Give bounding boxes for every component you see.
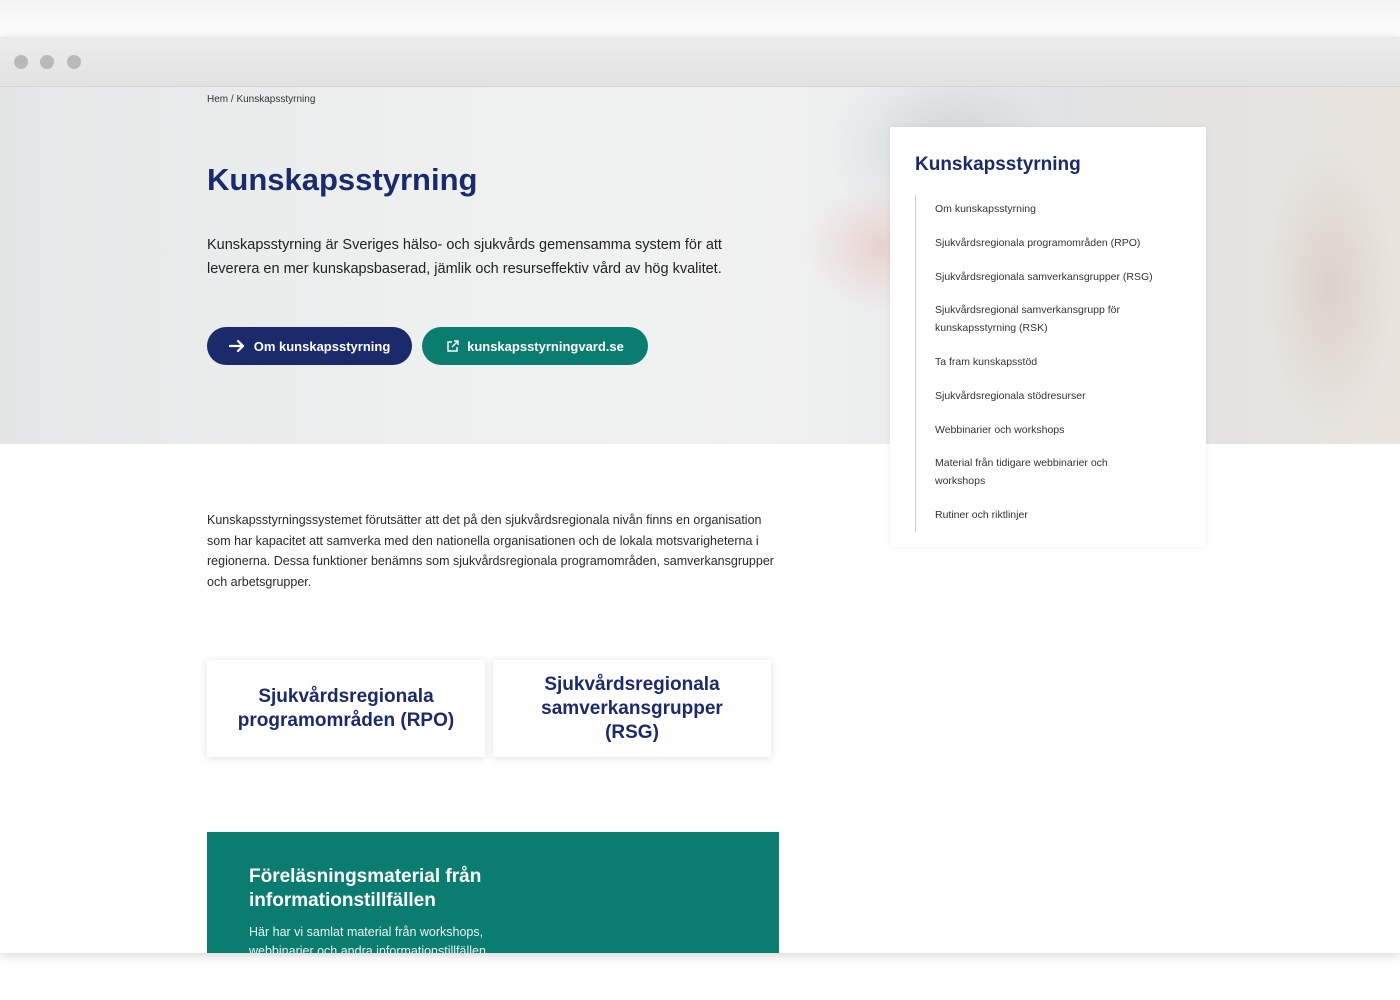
sidenav-item-rutiner[interactable]: Rutiner och riktlinjer <box>935 506 1175 524</box>
promo-block[interactable]: Föreläsningsmaterial från informationsti… <box>207 832 779 953</box>
sidenav-item-rsk[interactable]: Sjukvårdsregional samverkansgrupp för ku… <box>935 301 1150 337</box>
sidenav-item-rpo[interactable]: Sjukvårdsregionala programområden (RPO) <box>935 234 1175 252</box>
external-link-icon <box>446 339 459 353</box>
browser-titlebar <box>0 37 1400 87</box>
page-title: Kunskapsstyrning <box>207 162 478 197</box>
side-navigation-divider <box>915 195 916 532</box>
sidenav-item-material[interactable]: Material från tidigare webbinarier och w… <box>935 454 1135 490</box>
side-navigation: Kunskapsstyrning Om kunskapsstyrning Sju… <box>890 127 1206 547</box>
hero-lead-text: Kunskapsstyrning är Sveriges hälso- och … <box>207 237 722 277</box>
window-dot-minimize[interactable] <box>40 55 54 69</box>
window-dot-close[interactable] <box>14 55 28 69</box>
external-site-button[interactable]: kunskapsstyrningvard.se <box>422 327 648 365</box>
card-rpo[interactable]: Sjukvårdsregionala programområden (RPO) <box>207 660 485 757</box>
sidenav-item-rsg[interactable]: Sjukvårdsregionala samverkansgrupper (RS… <box>935 268 1175 286</box>
breadcrumb[interactable]: Hem / Kunskapsstyrning <box>207 94 315 105</box>
intro-paragraph: Kunskapsstyrningssystemet förutsätter at… <box>207 513 774 589</box>
sidenav-item-om-kunskapsstyrning[interactable]: Om kunskapsstyrning <box>935 200 1175 218</box>
sidenav-item-webbinarier[interactable]: Webbinarier och workshops <box>935 421 1175 439</box>
sidenav-item-ta-fram-kunskapsstod[interactable]: Ta fram kunskapsstöd <box>935 353 1175 371</box>
screenshot-frame: Hem / Kunskapsstyrning Kunskapsstyrning … <box>0 0 1400 1000</box>
promo-title: Föreläsningsmaterial från informationsti… <box>249 866 482 911</box>
about-kunskapsstyrning-button[interactable]: Om kunskapsstyrning <box>207 327 412 365</box>
external-site-label: kunskapsstyrningvard.se <box>467 338 624 354</box>
card-rsg[interactable]: Sjukvårdsregionala samverkansgrupper (RS… <box>493 660 771 757</box>
window-dot-maximize[interactable] <box>67 55 81 69</box>
promo-text: Här har vi samlat material från workshop… <box>249 925 490 953</box>
arrow-right-icon <box>228 339 246 353</box>
side-navigation-title[interactable]: Kunskapsstyrning <box>915 154 1081 176</box>
about-kunskapsstyrning-label: Om kunskapsstyrning <box>253 338 391 354</box>
sidenav-item-stodresurser[interactable]: Sjukvårdsregionala stödresurser <box>935 387 1175 405</box>
browser-window: Hem / Kunskapsstyrning Kunskapsstyrning … <box>0 37 1400 953</box>
page-content: Hem / Kunskapsstyrning Kunskapsstyrning … <box>0 87 1400 953</box>
